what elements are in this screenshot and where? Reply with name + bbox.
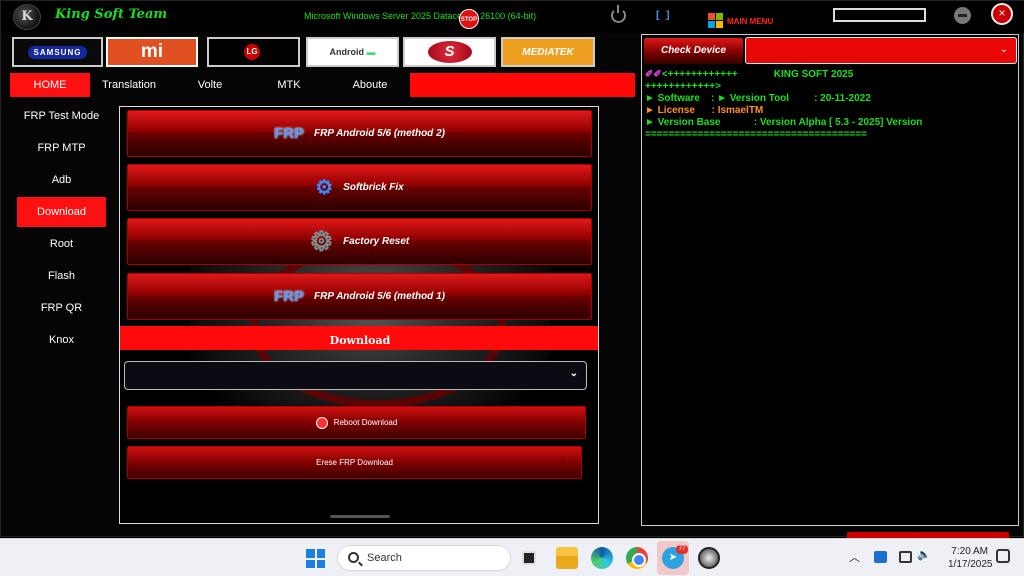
stop-button[interactable]: STOP [459,9,479,29]
softbrick-fix-button[interactable]: ⚙ Softbrick Fix [127,164,592,211]
sidebar-item-flash[interactable]: Flash [17,261,106,291]
chevron-up-icon[interactable]: ︿ [849,549,860,565]
title-input-box[interactable] [833,8,926,22]
edge-browser-icon[interactable] [591,547,613,569]
log-marker-icon: ✐✐ [645,69,662,80]
close-button[interactable]: × [991,3,1013,25]
tab-bar-fill [410,73,635,97]
power-icon [315,416,328,429]
tab-translation[interactable]: Translation [93,73,165,97]
download-panel: FRP FRP Android 5/6 (method 2) ⚙ Softbri… [119,106,599,524]
brand-mediatek-button[interactable]: MEDIATEK [501,37,595,67]
sidebar-item-adb[interactable]: Adb [17,165,106,195]
sidebar-item-frp-mtp[interactable]: FRP MTP [17,133,106,163]
android-logo: Android [329,47,364,57]
scroll-indicator [330,515,390,518]
mi-logo: mi [140,41,164,62]
chevron-down-icon: ⌄ [999,44,1008,55]
factory-reset-button[interactable]: ⚙ Factory Reset [127,218,592,265]
log-line: ++++++++++++> [645,81,721,92]
king-soft-window: K King Soft Team Microsoft Windows Serve… [0,0,1024,540]
brand-samsung-button[interactable]: SAMSUNG [12,37,103,67]
tab-volte[interactable]: Volte [179,73,241,97]
mediatek-logo: MEDIATEK [522,46,574,58]
file-explorer-icon[interactable] [556,547,578,569]
download-select[interactable]: ⌄ [124,361,587,390]
log-output: ✐✐<++++++++++++ KING SOFT 2025 +++++++++… [645,69,1017,141]
clock[interactable]: 7:20 AM 1/17/2025 [948,545,993,571]
log-line: <++++++++++++ KING SOFT 2025 [661,69,854,80]
snapdragon-logo: S [427,41,472,63]
samsung-logo: SAMSUNG [27,45,88,59]
button-label: FRP Android 5/6 (method 1) [314,291,445,302]
erase-frp-download-button[interactable]: Erese FRP Download ╲ [127,446,582,479]
frp-icon: FRP [274,125,305,142]
lg-logo: LG [244,44,260,60]
windows-icon[interactable] [708,13,723,28]
taskbar-search-input[interactable]: Search [337,545,511,571]
log-line: ► License : IsmaelTM [645,105,764,116]
sidebar-item-knox[interactable]: Knox [17,325,106,355]
button-label: Softbrick Fix [343,182,404,193]
tray-app-icon[interactable] [874,551,887,563]
chrome-browser-icon[interactable] [626,547,648,569]
tab-mtk[interactable]: MTK [261,73,317,97]
button-label: Reboot Download [333,418,398,427]
search-icon [348,552,359,563]
button-label: FRP Android 5/6 (method 2) [314,128,445,139]
king-soft-taskbar-icon[interactable] [698,547,720,569]
log-line: ► Software : ► Version Tool : 20-11-2022 [645,93,871,104]
log-line: ► Version Base : Version Alpha [ 5.3 - 2… [645,117,923,128]
sidebar-item-frp-qr[interactable]: FRP QR [17,293,106,323]
reboot-download-button[interactable]: Reboot Download [127,406,586,439]
tool-icon: ╲ [561,457,569,471]
log-panel: Check Device ⌄ ✐✐<++++++++++++ KING SOFT… [641,34,1019,526]
os-info-text: Microsoft Windows Server 2025 Datacenter… [304,11,537,21]
chevron-down-icon: ⌄ [569,368,578,379]
clock-date: 1/17/2025 [948,559,993,570]
task-view-icon[interactable] [522,551,536,565]
gear-icon: ⚙ [315,177,334,199]
title-bar: K King Soft Team Microsoft Windows Serve… [1,1,1024,33]
check-device-button[interactable]: Check Device [644,38,743,64]
notification-icon[interactable] [996,549,1010,563]
tab-aboute[interactable]: Aboute [339,73,401,97]
app-logo-icon: K [13,4,41,30]
app-title: King Soft Team [55,7,168,22]
windows-start-icon[interactable] [306,549,325,568]
volume-icon[interactable]: 🔈 [917,548,931,561]
main-menu-link[interactable]: MAIN MENU [727,17,773,26]
sidebar-item-root[interactable]: Root [17,229,106,259]
sidebar-item-frp-test-mode[interactable]: FRP Test Mode [17,101,106,131]
brand-mi-button[interactable]: mi [106,37,198,67]
brand-snapdragon-button[interactable]: S [403,37,496,67]
bracket-icon[interactable]: [ ] [656,10,671,21]
minimize-button[interactable] [954,7,971,24]
frp-icon: FRP [274,288,305,305]
gear-icon: ⚙ [309,226,334,257]
tab-home[interactable]: HOME [10,73,90,97]
download-section-header: Download [120,326,598,350]
frp-android-method1-button[interactable]: FRP FRP Android 5/6 (method 1) [127,273,592,320]
network-icon[interactable] [899,551,912,563]
button-label: Factory Reset [343,236,410,247]
taskbar: Search ➤ 77 ︿ 🔈 7:20 AM 1/17/2025 [0,538,1024,576]
sidebar-item-download[interactable]: Download [17,197,106,227]
frp-android-method2-button[interactable]: FRP FRP Android 5/6 (method 2) [127,110,592,157]
search-placeholder: Search [367,552,402,564]
log-line: ====================================== [645,129,867,140]
button-label: Erese FRP Download [316,458,393,467]
clock-time: 7:20 AM [951,546,988,557]
device-select[interactable]: ⌄ [745,37,1017,64]
brand-android-button[interactable]: Android ▬ [306,37,399,67]
telegram-badge: 77 [676,545,688,554]
brand-lg-button[interactable]: LG [207,37,300,67]
power-icon[interactable] [611,5,626,23]
